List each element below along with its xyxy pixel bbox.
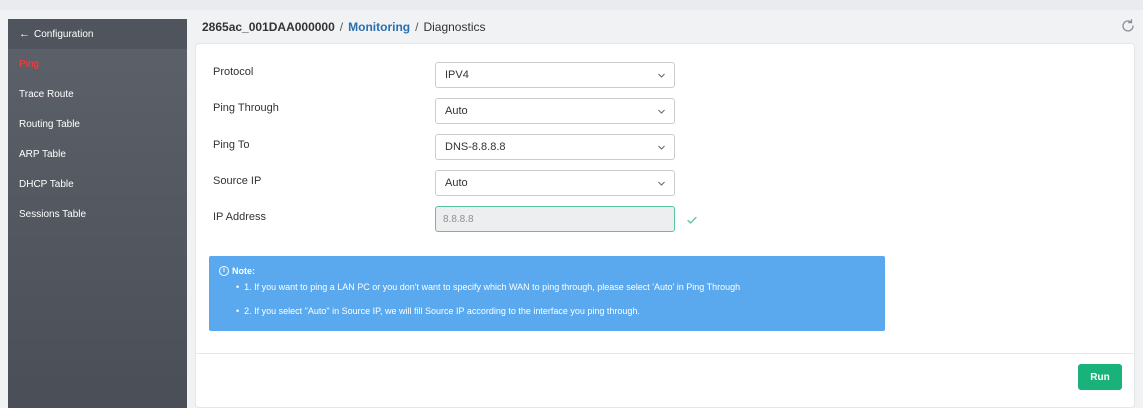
ip-address-label: IP Address xyxy=(213,211,266,223)
source-ip-label: Source IP xyxy=(213,175,262,187)
ping-to-select[interactable]: DNS-8.8.8.8 xyxy=(435,134,675,160)
bullet-icon: • xyxy=(236,282,240,292)
protocol-label: Protocol xyxy=(213,66,254,78)
refresh-icon[interactable] xyxy=(1120,18,1136,34)
note-line-text: 1. If you want to ping a LAN PC or you d… xyxy=(244,282,741,292)
ping-through-value: Auto xyxy=(445,105,468,117)
sidebar-item-dhcp-table[interactable]: DHCP Table xyxy=(8,169,187,199)
sidebar-item-label: Ping xyxy=(19,58,40,70)
note-line-text: 2. If you select "Auto" in Source IP, we… xyxy=(244,306,640,316)
chevron-down-icon xyxy=(658,109,665,114)
note-line: • 2. If you select "Auto" in Source IP, … xyxy=(219,306,875,316)
sidebar-item-label: ARP Table xyxy=(19,148,66,160)
sidebar: ← Configuration Ping Trace Route Routing… xyxy=(8,19,187,408)
sidebar-item-label: Trace Route xyxy=(19,88,74,100)
main-content: 2865ac_001DAA000000 / Monitoring / Diagn… xyxy=(195,14,1140,408)
breadcrumb-separator: / xyxy=(339,20,344,34)
back-to-configuration-link[interactable]: ← Configuration xyxy=(8,19,187,49)
sidebar-item-ping[interactable]: Ping xyxy=(8,49,187,79)
ip-address-value: 8.8.8.8 xyxy=(443,213,474,225)
ping-through-label: Ping Through xyxy=(213,102,279,114)
sidebar-item-label: Sessions Table xyxy=(19,208,87,220)
back-label: Configuration xyxy=(34,28,94,40)
chevron-down-icon xyxy=(658,73,665,78)
breadcrumb-separator: / xyxy=(415,20,419,34)
breadcrumb-page: Diagnostics xyxy=(423,20,486,34)
protocol-select[interactable]: IPV4 xyxy=(435,62,675,88)
sidebar-item-label: Routing Table xyxy=(19,118,80,130)
bullet-icon: • xyxy=(236,306,240,316)
ip-address-field: 8.8.8.8 xyxy=(435,206,675,232)
ping-to-label: Ping To xyxy=(213,139,250,151)
sidebar-item-arp-table[interactable]: ARP Table xyxy=(8,139,187,169)
sidebar-item-routing-table[interactable]: Routing Table xyxy=(8,109,187,139)
footer-divider xyxy=(196,353,1134,354)
sidebar-item-sessions-table[interactable]: Sessions Table xyxy=(8,199,187,229)
breadcrumb-section-monitoring[interactable]: Monitoring xyxy=(348,20,410,34)
sidebar-item-trace-route[interactable]: Trace Route xyxy=(8,79,187,109)
top-strip xyxy=(0,0,1143,10)
breadcrumb: 2865ac_001DAA000000 / Monitoring / Diagn… xyxy=(195,14,1140,40)
chevron-down-icon xyxy=(658,181,665,186)
note-box: i Note: • 1. If you want to ping a LAN P… xyxy=(209,256,885,331)
note-line: • 1. If you want to ping a LAN PC or you… xyxy=(219,282,875,292)
chevron-down-icon xyxy=(658,145,665,150)
info-icon: i xyxy=(219,266,229,276)
ping-through-select[interactable]: Auto xyxy=(435,98,675,124)
arrow-left-icon: ← xyxy=(19,28,30,40)
protocol-value: IPV4 xyxy=(445,69,469,81)
run-button[interactable]: Run xyxy=(1078,364,1122,390)
note-title: i Note: xyxy=(219,266,875,276)
sidebar-item-label: DHCP Table xyxy=(19,178,74,190)
note-title-text: Note: xyxy=(232,266,255,276)
source-ip-select[interactable]: Auto xyxy=(435,170,675,196)
ping-to-value: DNS-8.8.8.8 xyxy=(445,141,506,153)
diagnostics-card: Protocol IPV4 Ping Through Auto Ping To … xyxy=(195,43,1135,408)
checkmark-icon xyxy=(687,216,697,224)
source-ip-value: Auto xyxy=(445,177,468,189)
breadcrumb-device: 2865ac_001DAA000000 xyxy=(202,20,335,34)
